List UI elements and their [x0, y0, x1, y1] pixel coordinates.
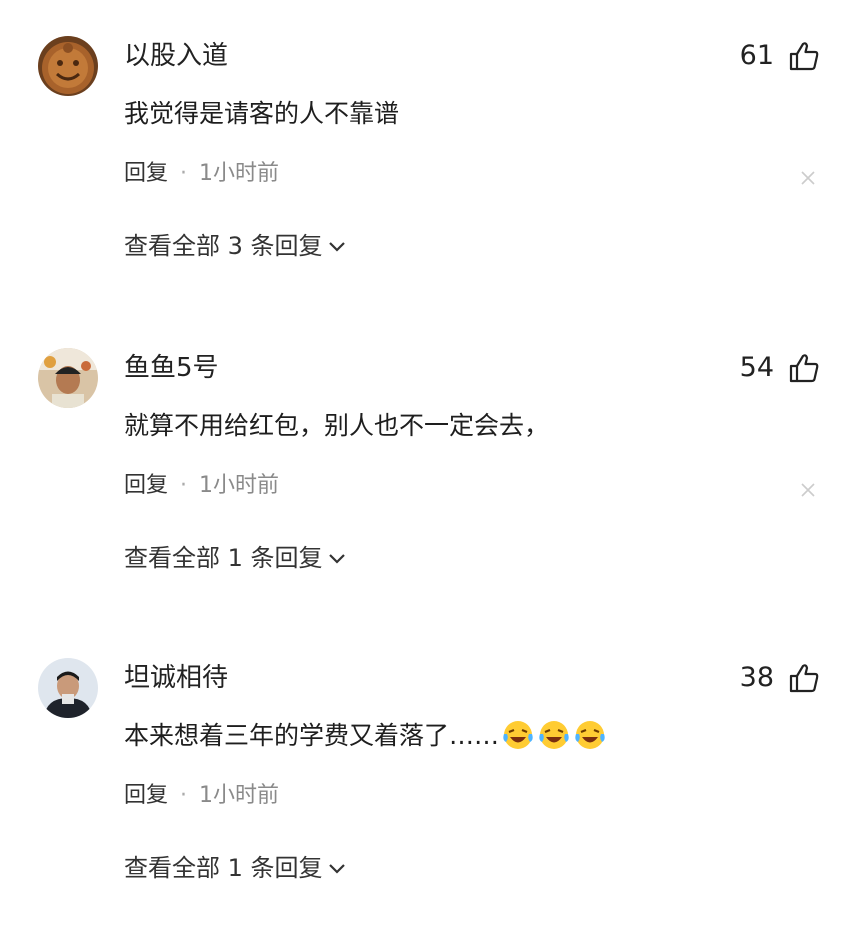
comment-text: 本来想着三年的学费又着落了…… — [124, 718, 609, 760]
comment-item: 鱼鱼5号 54 就算不用给红包，别人也不一定会去， 回复 · 1小时前 查看全部 1… — [0, 312, 860, 624]
username[interactable]: 鱼鱼5号 — [124, 350, 219, 386]
view-all-replies-button[interactable]: 查看全部 3 条回复 — [124, 228, 347, 264]
separator: · — [180, 783, 188, 808]
laughing-crying-emoji — [575, 721, 605, 749]
view-all-label: 查看全部 3 条回复 — [124, 232, 323, 260]
username[interactable]: 以股入道 — [124, 38, 228, 74]
avatar[interactable] — [38, 36, 98, 96]
comment-meta: 回复 · 1小时前 — [124, 470, 279, 502]
timestamp: 1小时前 — [199, 783, 280, 808]
view-all-label: 查看全部 1 条回复 — [124, 854, 323, 882]
avatar[interactable] — [38, 348, 98, 408]
reply-button[interactable]: 回复 — [124, 473, 168, 498]
comment-item: 以股入道 61 我觉得是请客的人不靠谱 回复 · 1小时前 查看全部 3 条回复 — [0, 0, 860, 312]
username[interactable]: 坦诚相待 — [124, 660, 228, 696]
view-all-label: 查看全部 1 条回复 — [124, 544, 323, 572]
like-count: 38 — [739, 662, 774, 693]
thumbs-up-icon[interactable] — [788, 352, 820, 384]
comment-meta: 回复 · 1小时前 — [124, 780, 279, 812]
reply-button[interactable]: 回复 — [124, 783, 168, 808]
thumbs-up-icon[interactable] — [788, 40, 820, 72]
like-count: 61 — [739, 40, 774, 71]
separator: · — [180, 161, 188, 186]
reply-button[interactable]: 回复 — [124, 161, 168, 186]
chevron-down-icon — [328, 242, 345, 252]
comment-item: 坦诚相待 38 本来想着三年的学费又着落了…… 回复 · 1小时前 查看全部 1 条… — [0, 622, 860, 934]
thumbs-up-icon[interactable] — [788, 662, 820, 694]
view-all-replies-button[interactable]: 查看全部 1 条回复 — [124, 540, 347, 576]
comment-text: 我觉得是请客的人不靠谱 — [124, 99, 400, 128]
chevron-down-icon — [328, 864, 345, 874]
close-icon[interactable] — [800, 170, 816, 186]
comment-text: 就算不用给红包，别人也不一定会去， — [124, 411, 550, 440]
separator: · — [180, 473, 188, 498]
close-icon[interactable] — [800, 482, 816, 498]
avatar[interactable] — [38, 658, 98, 718]
comment-text-body: 本来想着三年的学费又着落了…… — [124, 721, 500, 750]
comment-meta: 回复 · 1小时前 — [124, 158, 279, 190]
timestamp: 1小时前 — [199, 161, 280, 186]
timestamp: 1小时前 — [199, 473, 280, 498]
laughing-crying-emoji — [539, 721, 569, 749]
view-all-replies-button[interactable]: 查看全部 1 条回复 — [124, 850, 347, 886]
chevron-down-icon — [328, 554, 345, 564]
emoji-group — [501, 718, 609, 760]
like-count: 54 — [739, 352, 774, 383]
laughing-crying-emoji — [503, 721, 533, 749]
